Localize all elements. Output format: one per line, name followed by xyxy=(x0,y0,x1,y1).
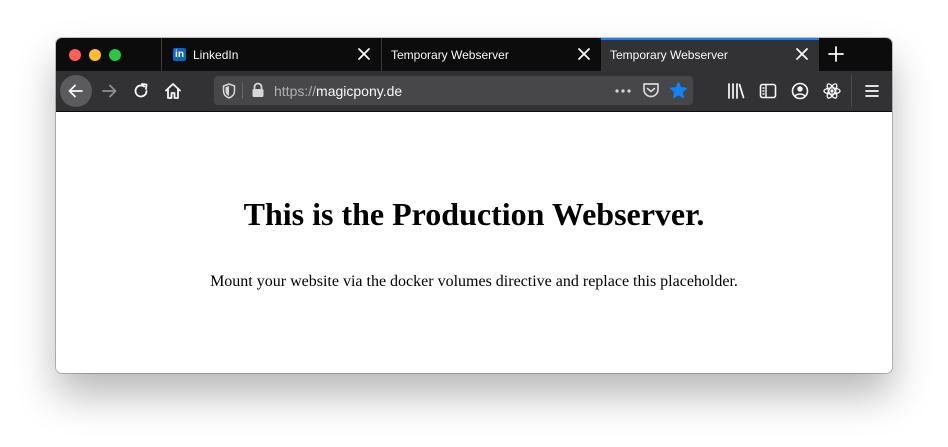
tab-title: Temporary Webserver xyxy=(610,48,728,62)
window-maximize-button[interactable] xyxy=(109,49,121,61)
reload-button[interactable] xyxy=(125,75,157,107)
browser-window: in LinkedIn Temporary Webserver Temporar… xyxy=(56,38,892,373)
react-icon[interactable] xyxy=(822,81,842,101)
tab-title: Temporary Webserver xyxy=(391,48,509,62)
close-icon[interactable] xyxy=(577,47,591,61)
shield-icon[interactable] xyxy=(222,83,236,99)
library-icon[interactable] xyxy=(726,81,746,101)
page-text: Mount your website via the docker volume… xyxy=(210,273,738,290)
star-icon[interactable] xyxy=(669,81,688,100)
hamburger-menu-icon[interactable] xyxy=(862,81,882,101)
address-bar-separator xyxy=(242,82,243,99)
linkedin-icon: in xyxy=(173,48,186,61)
page-heading: This is the Production Webserver. xyxy=(243,196,705,232)
tab-strip: in LinkedIn Temporary Webserver Temporar… xyxy=(56,38,892,71)
tab-title: LinkedIn xyxy=(193,48,239,62)
url-host: magicpony.de xyxy=(316,83,403,99)
window-close-button[interactable] xyxy=(69,49,81,61)
reload-icon xyxy=(134,83,148,98)
pocket-icon[interactable] xyxy=(642,82,660,99)
new-tab-plus-icon[interactable] xyxy=(826,44,846,64)
more-dots-icon[interactable] xyxy=(614,84,632,98)
close-icon[interactable] xyxy=(357,47,371,61)
tab-temporary-webserver[interactable]: Temporary Webserver xyxy=(381,38,601,71)
tab-linkedin[interactable]: in LinkedIn xyxy=(161,38,381,71)
url-scheme: https:// xyxy=(274,83,317,99)
tab-temporary-webserver-active[interactable]: Temporary Webserver xyxy=(601,38,819,71)
lock-icon[interactable] xyxy=(251,82,265,98)
close-icon[interactable] xyxy=(795,47,809,61)
arrow-right-icon xyxy=(102,84,117,98)
back-button[interactable] xyxy=(60,75,92,107)
forward-button[interactable] xyxy=(93,75,125,107)
arrow-left-icon xyxy=(68,84,83,98)
page-content: This is the Production Webserver. Mount … xyxy=(56,112,892,373)
window-minimize-button[interactable] xyxy=(89,49,101,61)
account-icon[interactable] xyxy=(790,81,810,101)
home-button[interactable] xyxy=(157,75,189,107)
sidebar-icon[interactable] xyxy=(758,81,778,101)
url-text[interactable]: https://magicpony.de xyxy=(274,83,402,99)
home-icon xyxy=(165,83,181,99)
toolbar-separator xyxy=(851,75,852,107)
navigation-toolbar: https://magicpony.de xyxy=(56,71,892,112)
address-bar[interactable]: https://magicpony.de xyxy=(214,76,693,105)
